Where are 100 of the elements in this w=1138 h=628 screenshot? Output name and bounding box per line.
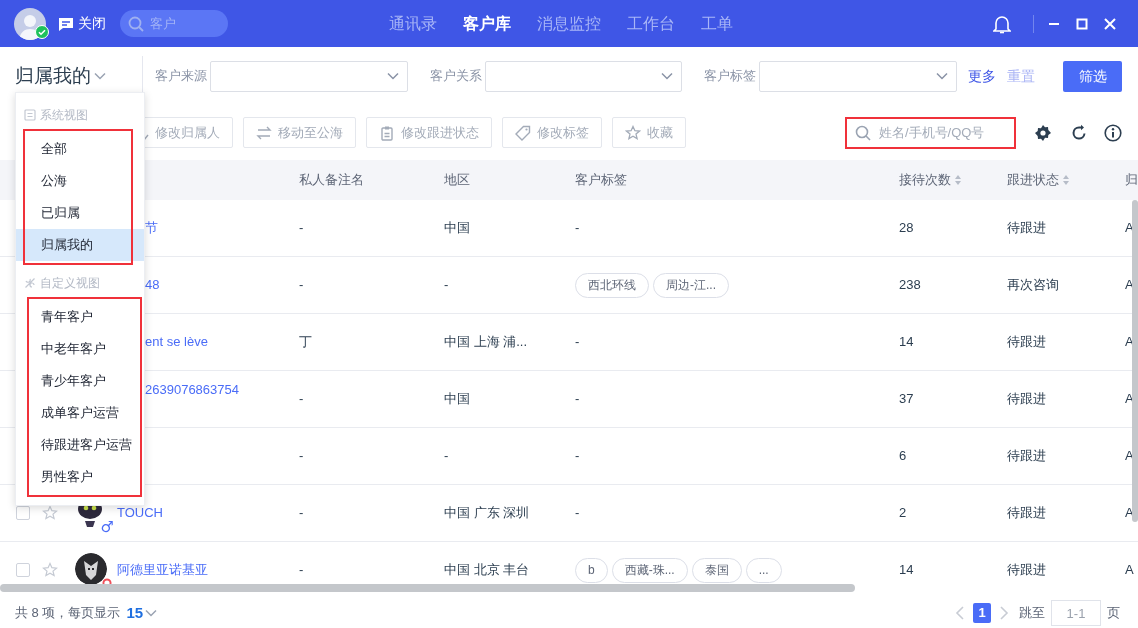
menu-item[interactable]: 归属我的 <box>16 229 144 261</box>
status-cell-text: 再次咨询 <box>1007 276 1060 295</box>
status-cell-text: 待跟进 <box>1007 504 1047 523</box>
search-icon <box>128 16 144 32</box>
region-cell-text: - <box>444 447 450 466</box>
chevron-left-icon[interactable] <box>955 606 965 620</box>
bell-icon[interactable] <box>993 13 1011 34</box>
region-cell-text: - <box>444 276 450 295</box>
status-cell-text: 待跟进 <box>1007 390 1047 409</box>
message-icon <box>58 16 74 31</box>
count-cell-text: 6 <box>899 447 908 466</box>
filter-label: 客户来源 <box>155 67 207 86</box>
search-field[interactable]: 客户 <box>120 10 228 37</box>
star-icon[interactable] <box>42 505 58 521</box>
status-cell-text: 待跟进 <box>1007 333 1047 352</box>
status-cell-text: 待跟进 <box>1007 219 1047 238</box>
horizontal-scrollbar[interactable] <box>0 584 855 592</box>
column-header[interactable]: 跟进状态 <box>1007 170 1059 190</box>
region-cell-text: 中国 <box>444 219 471 238</box>
filter-button[interactable]: 筛选 <box>1063 60 1122 92</box>
search-field[interactable]: 姓名/手机号/QQ号 <box>845 116 1016 149</box>
close-icon[interactable] <box>1104 17 1116 30</box>
close-button[interactable]: 关闭 <box>58 13 106 34</box>
tags-cell-text: - <box>575 447 580 466</box>
swap-arrows-icon <box>256 124 272 141</box>
customer-name-link[interactable]: TOUCH <box>117 505 163 521</box>
jump-label: 跳至 <box>1019 604 1045 623</box>
count-cell-text: 14 <box>899 333 915 352</box>
star-icon[interactable] <box>42 562 58 578</box>
menu-item[interactable]: 公海 <box>16 165 144 197</box>
region-cell-text: 中国 北京 丰台 <box>444 561 531 580</box>
filter-select[interactable] <box>485 60 682 92</box>
gender-symbol: ♂ <box>100 520 114 535</box>
chevron-down-icon <box>387 72 399 80</box>
customer-name-link[interactable]: ent se lève <box>145 334 208 350</box>
nav-tab[interactable]: 工作台 <box>627 11 675 36</box>
row-checkbox[interactable] <box>16 563 30 577</box>
page-suffix: 页 <box>1107 604 1120 623</box>
menu-item[interactable]: 待跟进客户运营 <box>16 429 144 461</box>
page-size-dropdown[interactable]: 15 <box>126 601 158 625</box>
region-cell-text: 中国 广东 深圳 <box>444 504 531 523</box>
filter-label: 客户标签 <box>704 67 756 86</box>
nav-tab[interactable]: 消息监控 <box>537 11 601 36</box>
column-header: 私人备注名 <box>299 171 364 190</box>
owner-cell-text: A <box>1125 561 1135 580</box>
menu-item[interactable]: 男性客户 <box>16 461 144 493</box>
chevron-down-icon <box>94 72 106 80</box>
chevron-down-icon <box>145 609 158 617</box>
column-header[interactable]: 接待次数 <box>899 170 951 190</box>
customer-name-link[interactable]: 2639076863754 <box>145 382 239 398</box>
menu-item[interactable]: 成单客户运营 <box>16 397 144 429</box>
info-icon[interactable] <box>1104 123 1122 142</box>
tags-cell-text: - <box>575 333 580 352</box>
settings-icon[interactable] <box>1034 123 1052 142</box>
section-title: 系统视图 <box>40 107 88 124</box>
region-cell-text: 中国 上海 浦... <box>444 333 529 352</box>
maximize-icon[interactable] <box>1076 17 1088 30</box>
section-title: 自定义视图 <box>40 275 100 292</box>
filter-select[interactable] <box>210 60 408 92</box>
nav-tab[interactable]: 客户库 <box>463 11 511 36</box>
view-dropdown[interactable]: 归属我的 <box>15 61 142 91</box>
more-link[interactable]: 更多 <box>968 65 996 87</box>
menu-item[interactable]: 中老年客户 <box>16 333 144 365</box>
star-icon <box>625 124 641 141</box>
count-cell-text: 2 <box>899 504 908 523</box>
customer-name-link[interactable]: 48 <box>145 277 160 293</box>
note-cell-text: - <box>299 561 305 580</box>
refresh-icon[interactable] <box>1070 123 1088 142</box>
note-cell-text: - <box>299 504 305 523</box>
row-checkbox[interactable] <box>16 506 30 520</box>
note-cell-text: - <box>299 390 305 409</box>
page-button[interactable]: 1 <box>973 603 991 623</box>
note-cell-text: - <box>299 276 305 295</box>
menu-item[interactable]: 已归属 <box>16 197 144 229</box>
menu-item[interactable]: 青少年客户 <box>16 365 144 397</box>
search-icon <box>855 124 871 141</box>
column-header: 归 <box>1125 171 1138 190</box>
tags-cell-text: - <box>575 390 580 409</box>
chevron-down-icon <box>661 72 673 80</box>
count-cell-text: 14 <box>899 561 915 580</box>
clipboard-icon <box>379 124 395 141</box>
nav-tab[interactable]: 通讯录 <box>389 11 437 36</box>
filter-label: 客户关系 <box>430 67 482 86</box>
count-cell-text: 37 <box>899 390 915 409</box>
chevron-right-icon[interactable] <box>999 606 1009 620</box>
customer-name-link[interactable]: 节 <box>145 220 158 236</box>
vertical-scrollbar[interactable] <box>1132 200 1138 522</box>
menu-item[interactable]: 青年客户 <box>16 301 144 333</box>
customer-name-link[interactable]: 阿德里亚诺基亚 <box>117 562 208 578</box>
filter-select[interactable] <box>759 60 957 92</box>
pagination-summary: 共 8 项，每页显示 <box>15 604 121 623</box>
column-header: 地区 <box>444 171 470 190</box>
nav-tab[interactable]: 工单 <box>701 11 733 36</box>
tags-cell-text: - <box>575 219 580 238</box>
tag-icon <box>515 124 531 141</box>
document-icon <box>24 109 36 121</box>
count-cell-text: 238 <box>899 276 922 295</box>
count-cell-text: 28 <box>899 219 915 238</box>
note-cell-text: 丁 <box>299 333 313 352</box>
page-jump-field[interactable]: 1-1 <box>1051 600 1101 626</box>
